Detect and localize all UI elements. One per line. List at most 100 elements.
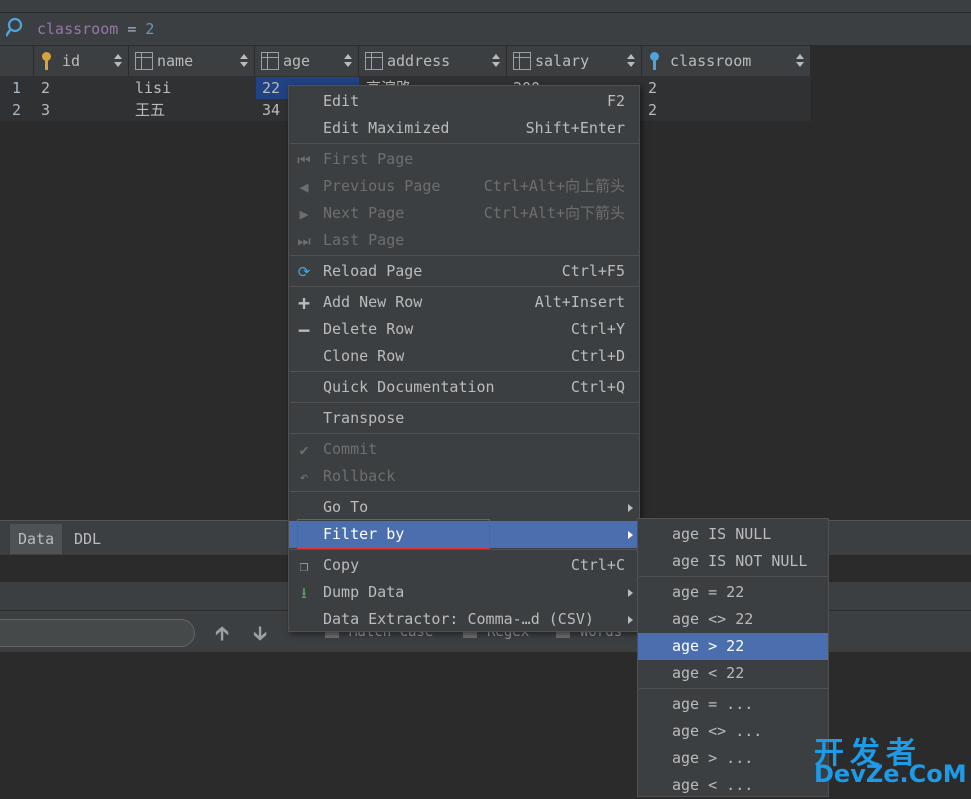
submenu-item-not-equals-custom[interactable]: age <> ...	[638, 718, 828, 745]
last-page-icon: ⏭	[297, 232, 311, 250]
menu-item-copy[interactable]: ❐ Copy Ctrl+C	[289, 552, 639, 579]
menu-separator	[290, 255, 639, 256]
cell-id[interactable]: 2	[41, 77, 50, 99]
menu-shortcut: Ctrl+C	[570, 556, 625, 574]
column-header-age[interactable]: age	[255, 46, 359, 76]
first-page-icon: ⏮	[297, 151, 311, 169]
grid-header: id name age address salary classroom	[0, 46, 811, 77]
menu-separator	[290, 402, 639, 403]
submenu-label: age = ...	[672, 695, 754, 713]
cell-id[interactable]: 3	[41, 99, 50, 121]
submenu-arrow-icon	[628, 531, 633, 539]
search-icon[interactable]	[4, 17, 26, 39]
reload-icon: ⟳	[297, 263, 311, 281]
column-icon	[365, 52, 383, 70]
menu-item-delete-row[interactable]: − Delete Row Ctrl+Y	[289, 316, 639, 343]
filter-by-submenu: age IS NULL age IS NOT NULL age = 22 age…	[637, 518, 829, 797]
column-header-id[interactable]: id	[34, 46, 129, 76]
context-menu: Edit F2 Edit Maximized Shift+Enter ⏮ First …	[288, 85, 640, 632]
menu-label: Delete Row	[323, 320, 414, 338]
submenu-item-is-null[interactable]: age IS NULL	[638, 521, 828, 548]
column-header-name[interactable]: name	[129, 46, 255, 76]
column-header-salary[interactable]: salary	[507, 46, 642, 76]
menu-shortcut: Ctrl+Y	[570, 320, 625, 338]
submenu-item-greater-custom[interactable]: age > ...	[638, 745, 828, 772]
menu-label: Reload Page	[323, 262, 423, 280]
sort-icon[interactable]	[492, 54, 500, 68]
submenu-item-not-equals-22[interactable]: age <> 22	[638, 606, 828, 633]
submenu-label: age < ...	[672, 776, 754, 794]
sort-icon[interactable]	[627, 54, 635, 68]
menu-label: Copy	[323, 556, 360, 574]
menu-separator	[290, 143, 639, 144]
menu-label: Dump Data	[323, 583, 405, 601]
menu-item-transpose[interactable]: Transpose	[289, 405, 639, 432]
cell-classroom[interactable]: 2	[648, 99, 657, 121]
submenu-item-equals-custom[interactable]: age = ...	[638, 691, 828, 718]
menu-item-reload-page[interactable]: ⟳ Reload Page Ctrl+F5	[289, 258, 639, 285]
menu-item-go-to[interactable]: Go To	[289, 494, 639, 521]
menu-label: Data Extractor: Comma-…d (CSV)	[323, 610, 594, 628]
menu-item-data-extractor[interactable]: Data Extractor: Comma-…d (CSV)	[289, 606, 639, 633]
submenu-label: age <> ...	[672, 722, 763, 740]
menu-item-add-new-row[interactable]: + Add New Row Alt+Insert	[289, 289, 639, 316]
search-input[interactable]	[0, 619, 195, 647]
key-icon	[40, 52, 54, 70]
menu-label: Commit	[323, 440, 378, 458]
cell-age[interactable]: 34	[262, 99, 280, 121]
sort-icon[interactable]	[796, 54, 804, 68]
row-number: 2	[12, 101, 22, 119]
column-label: id	[62, 52, 81, 70]
menu-label: Edit	[323, 92, 360, 110]
menu-separator	[290, 549, 639, 550]
menu-label: Rollback	[323, 467, 396, 485]
filter-expression[interactable]: classroom = 2	[37, 20, 154, 38]
submenu-item-less-custom[interactable]: age < ...	[638, 772, 828, 799]
rollback-icon: ↶	[299, 468, 309, 486]
foreign-key-icon	[648, 52, 662, 70]
menu-item-commit[interactable]: ✔ Commit	[289, 436, 639, 463]
column-icon	[513, 52, 531, 70]
next-occurrence-icon[interactable]: 🡳	[250, 622, 270, 644]
submenu-item-is-not-null[interactable]: age IS NOT NULL	[638, 548, 828, 575]
menu-shortcut: Ctrl+Q	[570, 378, 625, 396]
menu-item-last-page[interactable]: ⏭ Last Page	[289, 227, 639, 254]
sort-icon[interactable]	[344, 54, 352, 68]
cell-classroom[interactable]: 2	[648, 77, 657, 99]
tab-data[interactable]: Data	[10, 524, 63, 554]
submenu-item-greater-22[interactable]: age > 22	[638, 633, 828, 660]
column-header-classroom[interactable]: classroom	[642, 46, 811, 76]
menu-item-dump-data[interactable]: ⭳ Dump Data	[289, 579, 639, 606]
menu-item-clone-row[interactable]: Clone Row Ctrl+D	[289, 343, 639, 370]
filter-column: classroom	[37, 20, 119, 38]
previous-occurrence-icon[interactable]: 🡱	[212, 622, 232, 644]
filter-value: 2	[145, 20, 155, 38]
menu-item-edit-maximized[interactable]: Edit Maximized Shift+Enter	[289, 115, 639, 142]
menu-item-rollback[interactable]: ↶ Rollback	[289, 463, 639, 490]
menu-shortcut: Shift+Enter	[525, 119, 625, 137]
sort-icon[interactable]	[240, 54, 248, 68]
watermark-domain: DevZe.CoM	[814, 760, 967, 788]
submenu-label: age < 22	[672, 664, 745, 682]
menu-shortcut: Ctrl+Alt+向上箭头	[483, 177, 625, 195]
menu-item-next-page[interactable]: ▶ Next Page Ctrl+Alt+向下箭头	[289, 200, 639, 227]
menu-item-previous-page[interactable]: ◀ Previous Page Ctrl+Alt+向上箭头	[289, 173, 639, 200]
filter-operator: =	[127, 20, 137, 38]
menu-item-first-page[interactable]: ⏮ First Page	[289, 146, 639, 173]
column-label: name	[157, 52, 194, 70]
menu-label: Clone Row	[323, 347, 405, 365]
previous-page-icon: ◀	[299, 178, 309, 196]
menu-item-quick-documentation[interactable]: Quick Documentation Ctrl+Q	[289, 374, 639, 401]
sort-icon[interactable]	[114, 54, 122, 68]
cell-name[interactable]: lisi	[135, 77, 171, 99]
menu-label: Last Page	[323, 231, 405, 249]
menu-label: Next Page	[323, 204, 405, 222]
menu-separator	[290, 433, 639, 434]
submenu-item-equals-22[interactable]: age = 22	[638, 579, 828, 606]
tab-ddl[interactable]: DDL	[66, 524, 109, 554]
submenu-item-less-22[interactable]: age < 22	[638, 660, 828, 687]
cell-name[interactable]: 王五	[135, 99, 165, 121]
next-page-icon: ▶	[299, 205, 309, 223]
menu-item-edit[interactable]: Edit F2	[289, 88, 639, 115]
column-header-address[interactable]: address	[359, 46, 507, 76]
